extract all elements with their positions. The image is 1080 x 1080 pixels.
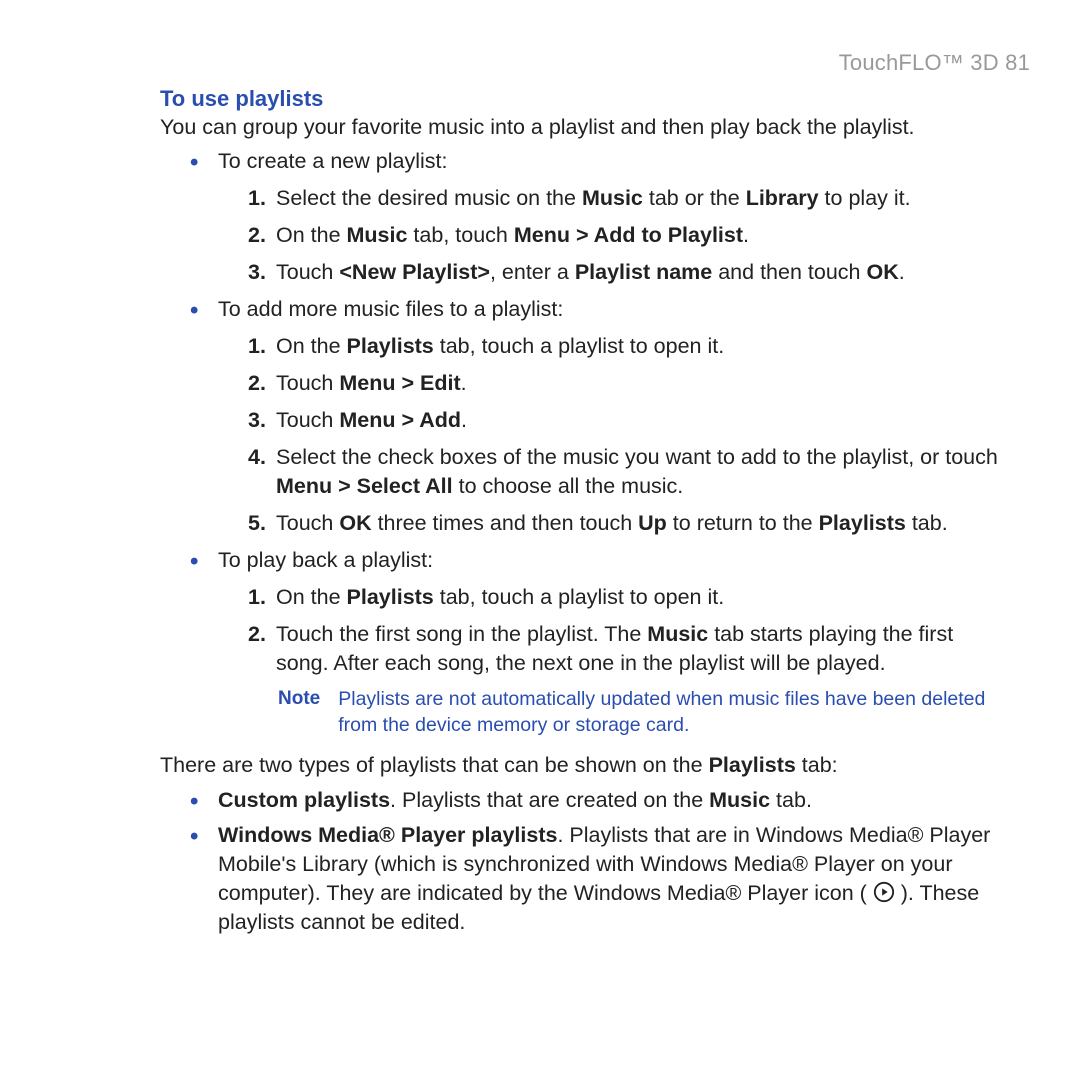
bold-text: OK bbox=[339, 511, 371, 535]
bold-text: Playlists bbox=[709, 753, 796, 777]
text-run: Touch bbox=[276, 260, 339, 284]
bold-text: Playlists bbox=[819, 511, 906, 535]
text-run: tab: bbox=[796, 753, 838, 777]
step-item: Touch OK three times and then touch Up t… bbox=[248, 509, 1010, 538]
text-run: tab. bbox=[906, 511, 948, 535]
text-run: tab, touch bbox=[407, 223, 513, 247]
bold-text: Up bbox=[638, 511, 667, 535]
text-run: and then touch bbox=[712, 260, 866, 284]
step-item: Touch Menu > Add. bbox=[248, 406, 1010, 435]
group-lead: To add more music files to a playlist: bbox=[218, 295, 1010, 324]
bold-text: OK bbox=[866, 260, 898, 284]
bold-text: Playlists bbox=[347, 334, 434, 358]
step-item: Select the check boxes of the music you … bbox=[248, 443, 1010, 501]
step-item: On the Playlists tab, touch a playlist t… bbox=[248, 583, 1010, 612]
bold-text: Menu > Add to Playlist bbox=[514, 223, 743, 247]
numbered-steps: Select the desired music on the Music ta… bbox=[218, 184, 1010, 287]
text-run: tab. bbox=[770, 788, 812, 812]
text-run: Select the desired music on the bbox=[276, 186, 582, 210]
text-run: . bbox=[743, 223, 749, 247]
document-page: TouchFLO™ 3D 81 To use playlists You can… bbox=[0, 0, 1080, 1080]
step-item: Touch <New Playlist>, enter a Playlist n… bbox=[248, 258, 1010, 287]
text-run: Touch bbox=[276, 408, 339, 432]
text-run: three times and then touch bbox=[372, 511, 639, 535]
text-run: , enter a bbox=[490, 260, 575, 284]
note-text: Playlists are not automatically updated … bbox=[338, 686, 1010, 739]
text-run: There are two types of playlists that ca… bbox=[160, 753, 709, 777]
page-header: TouchFLO™ 3D 81 bbox=[50, 50, 1030, 76]
bold-text: Library bbox=[746, 186, 819, 210]
text-run: tab or the bbox=[643, 186, 746, 210]
group-lead: To play back a playlist: bbox=[218, 546, 1010, 575]
text-run: . Playlists that are created on the bbox=[390, 788, 709, 812]
bold-text: Playlists bbox=[347, 585, 434, 609]
text-run: . bbox=[899, 260, 905, 284]
step-item: Select the desired music on the Music ta… bbox=[248, 184, 1010, 213]
bold-text: Playlist name bbox=[575, 260, 712, 284]
step-item: Touch the first song in the playlist. Th… bbox=[248, 620, 1010, 678]
bold-text: <New Playlist> bbox=[339, 260, 490, 284]
section-title: To use playlists bbox=[160, 86, 1010, 112]
text-run: On the bbox=[276, 223, 347, 247]
bold-text: Music bbox=[709, 788, 770, 812]
playlist-types-intro: There are two types of playlists that ca… bbox=[160, 751, 1010, 780]
note-label: Note bbox=[278, 686, 320, 739]
section-intro: You can group your favorite music into a… bbox=[160, 114, 1010, 141]
list-item: Windows Media® Player playlists. Playlis… bbox=[190, 821, 1010, 937]
bold-text: Custom playlists bbox=[218, 788, 390, 812]
step-item: On the Playlists tab, touch a playlist t… bbox=[248, 332, 1010, 361]
text-run: tab, touch a playlist to open it. bbox=[434, 334, 724, 358]
bold-text: Music bbox=[647, 622, 708, 646]
bold-text: Menu > Select All bbox=[276, 474, 453, 498]
list-item: To create a new playlist: Select the desi… bbox=[190, 147, 1010, 287]
text-run: . bbox=[461, 408, 467, 432]
bold-text: Music bbox=[347, 223, 408, 247]
topic-groups: To create a new playlist: Select the desi… bbox=[160, 147, 1010, 739]
step-item: Touch Menu > Edit. bbox=[248, 369, 1010, 398]
wmp-play-icon bbox=[873, 881, 895, 903]
numbered-steps: On the Playlists tab, touch a playlist t… bbox=[218, 583, 1010, 678]
text-run: Touch the first song in the playlist. Th… bbox=[276, 622, 647, 646]
text-run: On the bbox=[276, 334, 347, 358]
list-item: To add more music files to a playlist: On… bbox=[190, 295, 1010, 538]
note-block: Note Playlists are not automatically upda… bbox=[248, 686, 1010, 739]
list-item: To play back a playlist: On the Playlists… bbox=[190, 546, 1010, 739]
text-run: tab, touch a playlist to open it. bbox=[434, 585, 724, 609]
text-run: Select the check boxes of the music you … bbox=[276, 445, 998, 469]
text-run: On the bbox=[276, 585, 347, 609]
text-run: to play it. bbox=[819, 186, 911, 210]
playlist-types-list: Custom playlists. Playlists that are cre… bbox=[160, 786, 1010, 937]
bold-text: Music bbox=[582, 186, 643, 210]
numbered-steps: On the Playlists tab, touch a playlist t… bbox=[218, 332, 1010, 538]
text-run: . bbox=[461, 371, 467, 395]
page-content: To use playlists You can group your favo… bbox=[50, 86, 1030, 937]
text-run: Touch bbox=[276, 511, 339, 535]
group-lead: To create a new playlist: bbox=[218, 147, 1010, 176]
text-run: to choose all the music. bbox=[453, 474, 684, 498]
text-run: Touch bbox=[276, 371, 339, 395]
list-item: Custom playlists. Playlists that are cre… bbox=[190, 786, 1010, 815]
text-run: to return to the bbox=[667, 511, 819, 535]
bold-text: Menu > Edit bbox=[339, 371, 460, 395]
bold-text: Windows Media® Player playlists bbox=[218, 823, 557, 847]
bold-text: Menu > Add bbox=[339, 408, 461, 432]
step-item: On the Music tab, touch Menu > Add to Pl… bbox=[248, 221, 1010, 250]
